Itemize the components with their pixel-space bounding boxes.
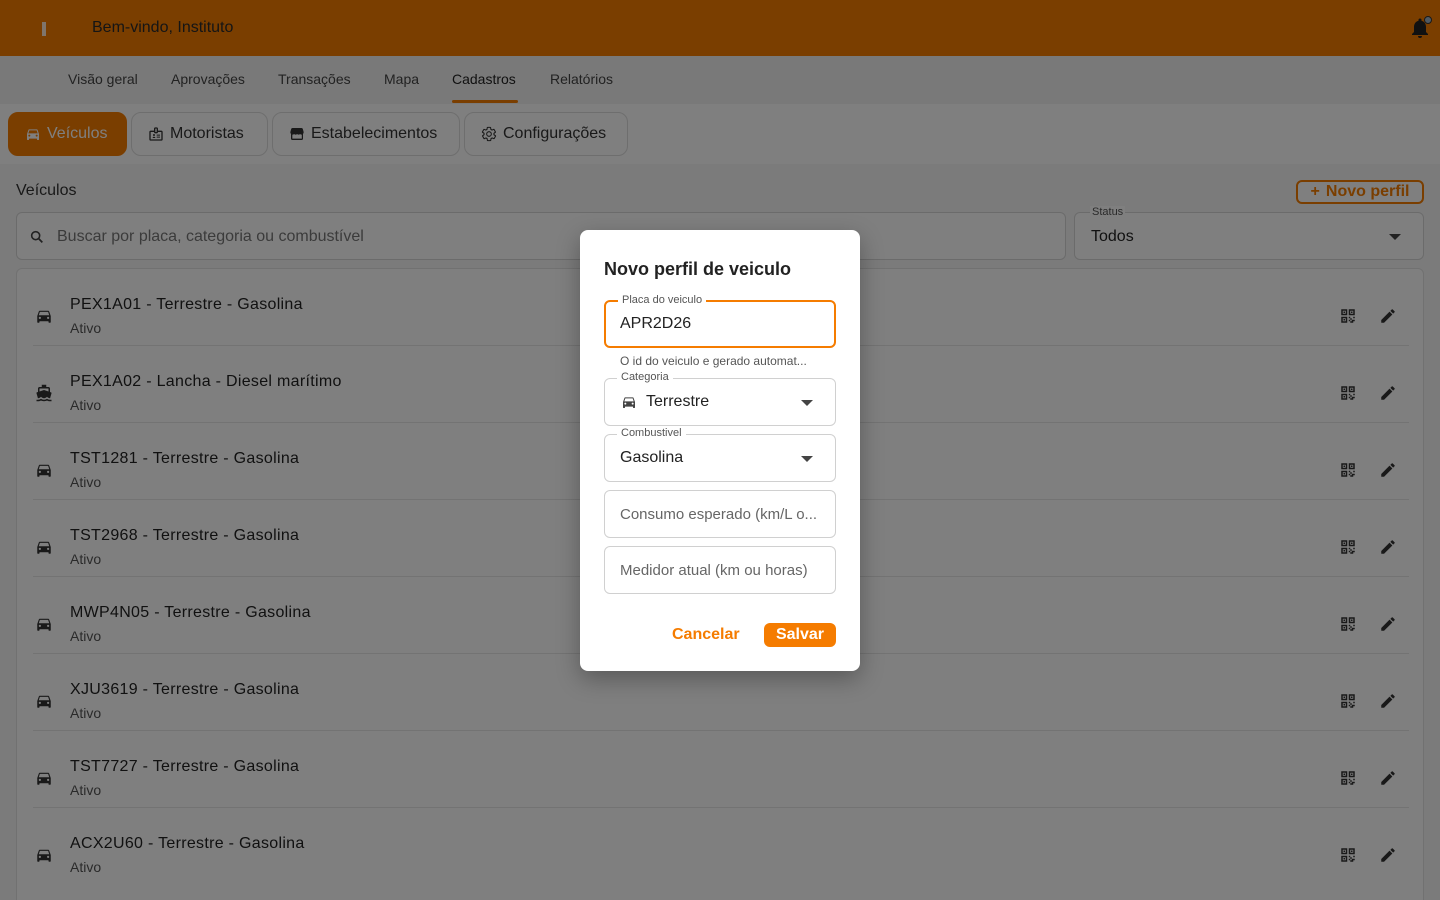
meter-field[interactable]: Medidor atual (km ou horas) <box>604 546 836 594</box>
new-vehicle-dialog: Novo perfil de veiculo Placa do veiculo … <box>580 230 860 671</box>
category-value: Terrestre <box>646 393 710 410</box>
cancel-button[interactable]: Cancelar <box>672 626 740 644</box>
plate-helper-text: O id do veiculo e gerado automat... <box>620 354 807 368</box>
consumption-placeholder: Consumo esperado (km/L o... <box>620 506 818 523</box>
plate-field[interactable]: Placa do veiculo APR2D26 <box>604 294 836 348</box>
plate-field-label: Placa do veiculo <box>618 294 707 306</box>
fuel-label: Combustivel <box>617 427 686 439</box>
meter-placeholder: Medidor atual (km ou horas) <box>620 562 808 579</box>
dialog-title: Novo perfil de veiculo <box>604 259 792 279</box>
car-icon <box>623 397 635 408</box>
fuel-value: Gasolina <box>620 449 684 466</box>
fuel-select[interactable]: Combustivel Gasolina <box>604 427 836 482</box>
chevron-down-icon <box>801 400 813 406</box>
plate-field-value: APR2D26 <box>620 315 692 332</box>
category-label: Categoria <box>617 371 673 383</box>
chevron-down-icon <box>801 456 813 462</box>
category-select[interactable]: Categoria Terrestre <box>604 371 836 426</box>
consumption-field[interactable]: Consumo esperado (km/L o... <box>604 490 836 538</box>
save-button[interactable]: Salvar <box>764 623 836 647</box>
